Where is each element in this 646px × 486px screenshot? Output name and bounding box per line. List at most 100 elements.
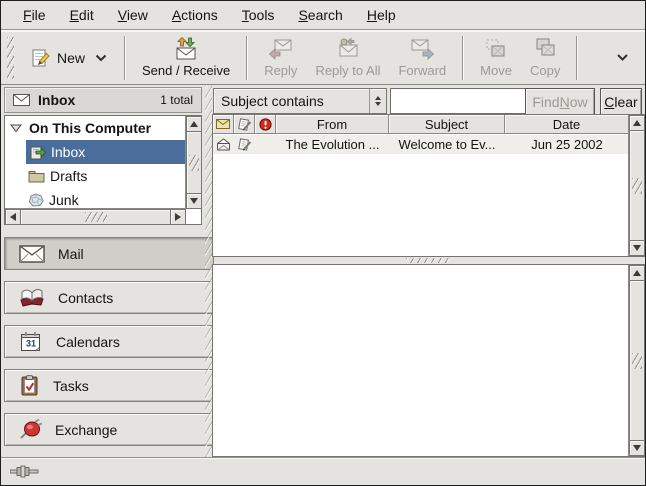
scrollbar-grip [632, 353, 642, 369]
message-list-scrollbar[interactable] [628, 115, 644, 256]
folder-message-count: 1 total [160, 93, 193, 107]
date-column-label: Date [553, 117, 580, 132]
shortcut-contacts-button[interactable]: Contacts [4, 281, 214, 314]
scrollbar-thumb[interactable] [629, 130, 645, 241]
search-criteria-value: Subject contains [214, 93, 369, 109]
reply-button[interactable]: Reply [255, 32, 306, 84]
arrow-down-icon [633, 245, 641, 251]
vertical-pane-splitter[interactable] [205, 85, 212, 459]
expander-triangle-icon[interactable] [10, 123, 22, 133]
preview-pane[interactable] [212, 264, 645, 457]
tree-vertical-scrollbar[interactable] [185, 116, 201, 209]
subject-column-header[interactable]: Subject [389, 115, 505, 134]
tree-item-label: Inbox [51, 144, 85, 160]
evolution-window: File Edit View Actions Tools Search Help… [0, 0, 646, 486]
shortcut-mail-button[interactable]: Mail [4, 237, 214, 270]
scroll-left-button[interactable] [5, 209, 21, 225]
toolbar-separator [576, 36, 578, 80]
online-status-connector-icon[interactable] [10, 465, 40, 478]
forward-icon [408, 37, 436, 61]
forward-button[interactable]: Forward [389, 32, 455, 84]
scroll-down-button[interactable] [629, 440, 645, 456]
move-button[interactable]: Move [471, 32, 521, 84]
arrow-up-icon [633, 270, 641, 276]
menu-help[interactable]: Help [355, 2, 408, 28]
from-column-label: From [317, 117, 347, 132]
tree-node-drafts[interactable]: Drafts [26, 164, 186, 188]
find-now-button[interactable]: Find Now [525, 88, 595, 116]
toolbar-overflow-button[interactable] [606, 49, 639, 66]
tree-node-junk[interactable]: Junk [26, 188, 186, 209]
forward-label: Forward [398, 63, 446, 78]
find-now-mnemonic: N [560, 94, 570, 110]
shortcut-tasks-button[interactable]: Tasks [4, 369, 214, 402]
toolbar-grip[interactable] [7, 37, 14, 79]
menubar: File Edit View Actions Tools Search Help [1, 1, 645, 30]
message-from: The Evolution ... [276, 137, 389, 152]
scrollbar-thumb[interactable] [629, 280, 645, 441]
inbox-folder-icon [28, 145, 46, 160]
find-now-label: Find [532, 94, 559, 110]
shortcut-label: Contacts [58, 290, 113, 306]
message-row[interactable]: The Evolution ... Welcome to Ev... Jun 2… [213, 135, 629, 154]
importance-exclamation-icon [259, 118, 272, 131]
menu-file[interactable]: File [11, 2, 58, 28]
toolbar: New Send / Receive [1, 31, 645, 85]
reply-to-all-button[interactable]: Reply to All [306, 32, 389, 84]
send-receive-button[interactable]: Send / Receive [133, 32, 239, 84]
scroll-right-button[interactable] [170, 209, 186, 225]
followup-column-header[interactable] [234, 115, 255, 134]
tree-horizontal-scrollbar[interactable] [5, 208, 186, 224]
clear-mnemonic: C [604, 94, 614, 110]
reply-to-all-label: Reply to All [315, 63, 380, 78]
date-column-header[interactable]: Date [505, 115, 629, 134]
from-column-header[interactable]: From [276, 115, 389, 134]
scroll-up-button[interactable] [186, 116, 202, 132]
search-input[interactable] [390, 88, 528, 114]
scrollbar-thumb[interactable] [20, 209, 171, 225]
drafts-folder-icon [28, 170, 45, 183]
scrollbar-grip [189, 155, 199, 171]
scroll-down-button[interactable] [186, 193, 202, 209]
mail-icon [19, 245, 45, 263]
toolbar-separator [246, 36, 248, 80]
shortcut-exchange-button[interactable]: Exchange [4, 413, 214, 446]
shortcut-label: Tasks [53, 378, 89, 394]
splitter-grip [406, 258, 452, 263]
search-criteria-dropdown[interactable]: Subject contains [213, 88, 387, 114]
note-with-pen-icon [237, 138, 252, 151]
menu-tools[interactable]: Tools [230, 2, 287, 28]
message-list-header: From Subject Date [213, 115, 629, 134]
exchange-plug-icon [19, 419, 42, 440]
new-dropdown-chevron-icon[interactable] [95, 54, 107, 62]
status-column-header[interactable] [213, 115, 234, 134]
menu-edit[interactable]: Edit [58, 2, 106, 28]
scroll-up-button[interactable] [629, 265, 645, 281]
move-label: Move [480, 63, 512, 78]
tree-node-on-this-computer[interactable]: On This Computer [5, 116, 186, 140]
menu-actions[interactable]: Actions [160, 2, 230, 28]
arrow-up-icon [633, 120, 641, 126]
folder-title-bar[interactable]: Inbox 1 total [4, 87, 202, 113]
tree-node-inbox[interactable]: Inbox [26, 140, 186, 164]
folder-tree: On This Computer Inbox [4, 115, 202, 225]
scrollbar-thumb[interactable] [186, 131, 202, 194]
shortcut-calendars-button[interactable]: 31 Calendars [4, 325, 214, 358]
horizontal-pane-splitter[interactable] [212, 257, 645, 264]
clear-button[interactable]: Clear [600, 88, 642, 116]
scroll-up-button[interactable] [629, 115, 645, 131]
arrow-down-icon [190, 198, 198, 204]
copy-button[interactable]: Copy [521, 32, 569, 84]
menu-search[interactable]: Search [286, 2, 354, 28]
toolbar-separator [124, 36, 126, 80]
shortcut-label: Calendars [56, 334, 120, 350]
new-button[interactable]: New [20, 32, 117, 84]
importance-column-header[interactable] [255, 115, 276, 134]
scroll-down-button[interactable] [629, 240, 645, 256]
preview-scrollbar[interactable] [628, 265, 644, 456]
menu-view[interactable]: View [106, 2, 160, 28]
envelope-icon [216, 119, 230, 129]
tree-root-label: On This Computer [29, 120, 151, 136]
clear-label-rest: lear [614, 94, 637, 110]
statusbar [1, 457, 645, 485]
